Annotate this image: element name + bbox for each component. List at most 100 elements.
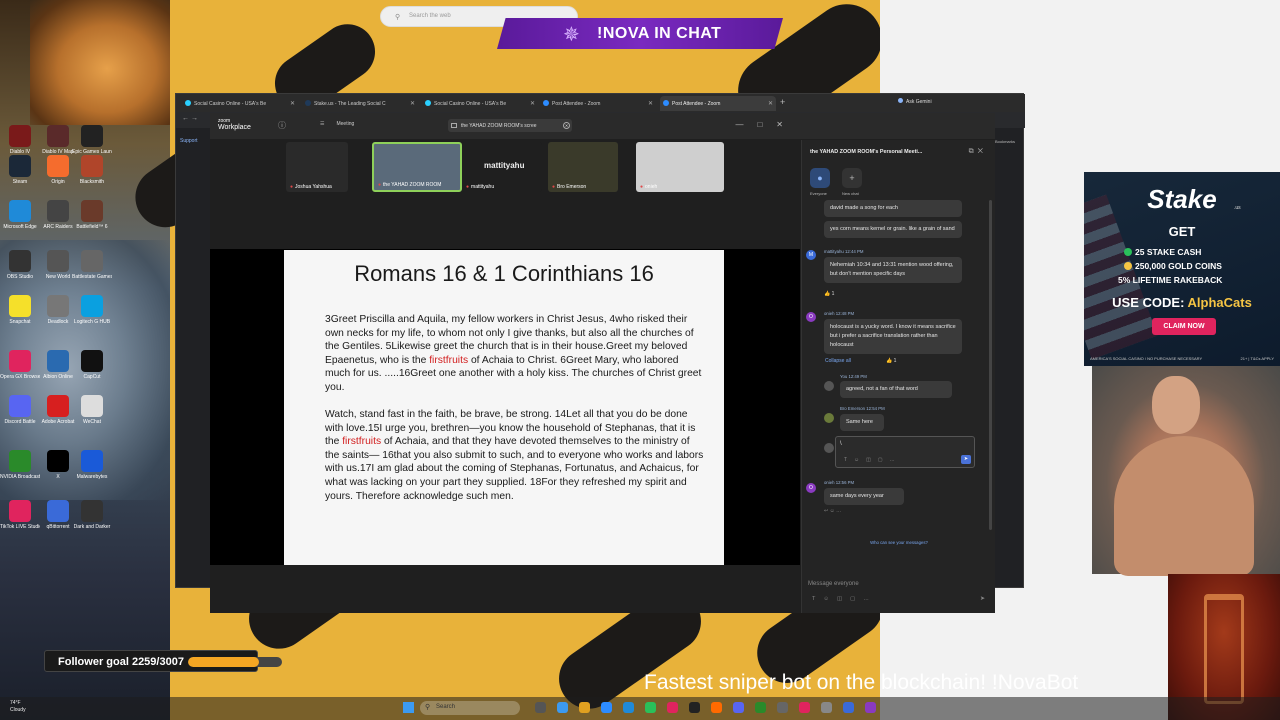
desktop-shortcut[interactable]: NVIDIA Broadcast	[0, 450, 40, 492]
info-icon[interactable]: ⓘ	[278, 120, 286, 131]
meeting-menu[interactable]: ☰ Meeting	[320, 121, 354, 127]
taskbar-app-icon[interactable]	[557, 702, 568, 713]
desktop-shortcut[interactable]: Battlestate Games L...	[72, 250, 112, 292]
participant-tile-active-speaker[interactable]: ● the YAHAD ZOOM ROOM	[372, 142, 462, 192]
desktop-shortcut[interactable]: Logitech G HUB	[72, 295, 112, 337]
taskbar-app-icon[interactable]	[579, 702, 590, 713]
new-tab-button[interactable]: +	[780, 97, 785, 107]
send-icon[interactable]: ➤	[980, 595, 985, 602]
reply-toolbar[interactable]: T☺◫▢…	[844, 457, 902, 463]
menu-icon: ☰	[320, 121, 325, 127]
participant-tile[interactable]: ● Joshua Yahshua	[286, 142, 348, 192]
meeting-label: Meeting	[336, 121, 355, 127]
desktop-shortcut[interactable]: Blacksmith	[72, 155, 112, 197]
taskbar-app-icon[interactable]	[601, 702, 612, 713]
chat-message-meta: mattityahu 12:44 PM	[824, 249, 864, 254]
taskbar-app-icon[interactable]	[733, 702, 744, 713]
desktop-shortcut-label: Discord Battle	[4, 419, 36, 425]
chat-message-meta: onieh 12:48 PM	[824, 311, 855, 316]
tab-title: Social Casino Online - USA's Be	[434, 101, 507, 107]
reaction-badge[interactable]: 👍 1	[886, 358, 896, 364]
desktop-shortcut[interactable]: Discord Battle	[0, 395, 40, 437]
desktop-shortcut[interactable]: Battlefield™ 6	[72, 200, 112, 242]
reaction-badge[interactable]: 👍 1	[824, 291, 834, 297]
browser-tab[interactable]: Social Casino Online - USA's Be ✕	[422, 96, 538, 111]
screen-share-tab[interactable]: the YAHAD ZOOM ROOM's scree ✕	[448, 119, 572, 132]
app-icon	[47, 125, 69, 147]
collapse-all-link[interactable]: Collapse all	[825, 358, 851, 364]
taskbar-app-icon[interactable]	[865, 702, 876, 713]
close-icon[interactable]: ✕	[530, 100, 535, 107]
tab-new-chat[interactable]: +	[842, 168, 862, 188]
tab-everyone[interactable]: ●	[810, 168, 830, 188]
ask-gemini-button[interactable]: Ask Gemini	[898, 98, 932, 105]
desktop-shortcut[interactable]: CapCut	[72, 350, 112, 392]
shared-slide: Romans 16 & 1 Corinthians 16 3Greet Pris…	[284, 250, 724, 565]
reply-input[interactable]: \ T☺◫▢… ➤	[835, 436, 975, 468]
taskbar-app-icon[interactable]	[667, 702, 678, 713]
search-icon: ⚲	[395, 14, 401, 21]
message-actions[interactable]: ↩ ☺ …	[824, 508, 841, 514]
ad-fine-print: AMERICA'S SOCIAL CASINO / NO PURCHASE NE…	[1090, 356, 1274, 361]
app-icon	[47, 395, 69, 417]
taskbar-search[interactable]: ⚲ Search	[420, 701, 520, 715]
browser-tab[interactable]: Social Casino Online - USA's Be ✕	[182, 96, 298, 111]
close-icon[interactable]: ✕	[290, 100, 295, 107]
taskbar-app-icon[interactable]	[821, 702, 832, 713]
tab-favicon	[543, 100, 549, 106]
taskbar-app-icon[interactable]	[623, 702, 634, 713]
tab-title: Social Casino Online - USA's Be	[194, 101, 267, 107]
chat-header-controls[interactable]: ⧉✕	[969, 148, 987, 156]
app-icon	[47, 500, 69, 522]
back-forward-icon[interactable]: ← →	[182, 115, 198, 122]
desktop-shortcut[interactable]: Steam	[0, 155, 40, 197]
browser-tab[interactable]: Post Attendee - Zoom ✕	[540, 96, 656, 111]
claim-now-button[interactable]: CLAIM NOW	[1152, 318, 1216, 335]
zoom-window: zoom Workplace ⓘ ☰ Meeting the YAHAD ZOOM…	[210, 113, 995, 613]
window-controls[interactable]: —□✕	[735, 120, 797, 129]
close-icon[interactable]: ✕	[768, 100, 773, 107]
message-input[interactable]: Message everyone	[808, 581, 859, 587]
taskbar-app-icon[interactable]	[777, 702, 788, 713]
who-can-see-link[interactable]: Who can see your messages?	[802, 540, 996, 545]
mic-muted-icon: ●	[466, 184, 470, 190]
bookmarks-link[interactable]: Bookmarks	[995, 139, 1015, 144]
desktop-shortcut[interactable]: Malwarebytes	[72, 450, 112, 492]
close-icon[interactable]: ✕	[563, 122, 570, 129]
ad-promo-code: USE CODE: AlphaCats	[1112, 295, 1252, 310]
close-icon[interactable]: ✕	[648, 100, 653, 107]
windows-start-button[interactable]	[403, 702, 414, 713]
taskbar-app-icon[interactable]	[711, 702, 722, 713]
desktop-shortcut-label: NVIDIA Broadcast	[0, 474, 40, 480]
star-icon: ✵	[563, 24, 580, 46]
stream-ticker: Fastest sniper bot on the blockchain! !N…	[644, 671, 1079, 694]
app-icon	[47, 350, 69, 372]
taskbar-app-icon[interactable]	[755, 702, 766, 713]
taskbar-app-icon[interactable]	[689, 702, 700, 713]
ad-offer-line: 250,000 GOLD COINS	[1124, 261, 1222, 271]
message-toolbar[interactable]: T☺◫▢…	[812, 596, 877, 602]
support-link[interactable]: Support	[180, 138, 198, 144]
browser-tab-active[interactable]: Post Attendee - Zoom ✕	[660, 96, 776, 111]
desktop-shortcut[interactable]: Dark and Darker	[72, 500, 112, 542]
desktop-shortcut[interactable]: WeChat	[72, 395, 112, 437]
app-icon	[81, 155, 103, 177]
desktop-shortcut[interactable]: OBS Studio	[0, 250, 40, 292]
taskbar-app-icon[interactable]	[645, 702, 656, 713]
taskbar-app-icon[interactable]	[799, 702, 810, 713]
app-icon	[81, 500, 103, 522]
taskbar-app-icon[interactable]	[535, 702, 546, 713]
close-icon[interactable]: ✕	[410, 100, 415, 107]
participant-tile[interactable]: ● Bro Emerson	[548, 142, 618, 192]
participant-tile[interactable]: ● onieh	[636, 142, 724, 192]
desktop-shortcut[interactable]: Snapchat	[0, 295, 40, 337]
desktop-shortcut[interactable]: Opera GX Browser	[0, 350, 40, 392]
desktop-shortcut[interactable]: Microsoft Edge	[0, 200, 40, 242]
app-icon	[9, 200, 31, 222]
weather-widget[interactable]: 74°F Cloudy	[10, 700, 26, 714]
chat-message: holocaust is a yucky word. I know it mea…	[824, 319, 962, 354]
taskbar-app-icon[interactable]	[843, 702, 854, 713]
browser-tab[interactable]: Stake.us - The Leading Social C ✕	[302, 96, 418, 111]
desktop-shortcut[interactable]: TikTok LIVE Studio	[0, 500, 40, 542]
send-icon[interactable]: ➤	[961, 455, 971, 464]
